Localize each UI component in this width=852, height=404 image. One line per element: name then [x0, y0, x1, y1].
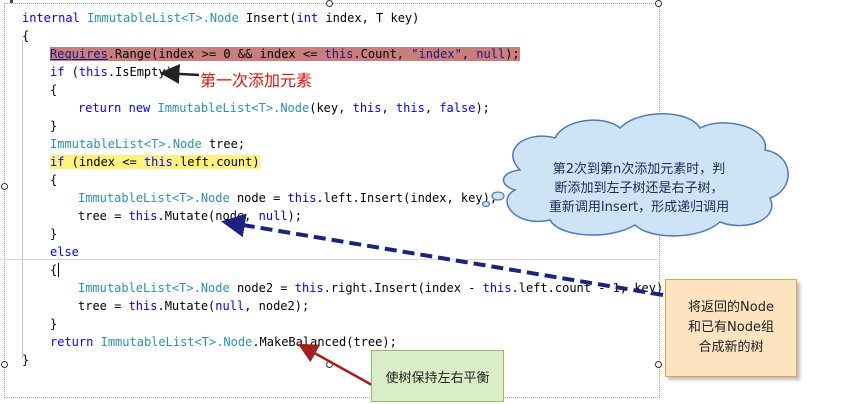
merge-callout-line: 合成新的树 [698, 340, 764, 355]
cloud-line: 第2次到第n次添加元素时，判 [552, 162, 726, 177]
merge-callout-line: 和已有Node组 [688, 320, 774, 335]
merge-callout: 将返回的Node 和已有Node组 合成新的树 [665, 279, 797, 377]
first-add-label: 第一次添加元素 [200, 71, 313, 90]
cloud-line: 断添加到左子树还是右子树， [554, 181, 724, 196]
balance-arrow [297, 343, 373, 387]
first-add-arrow [159, 63, 200, 84]
balance-callout-label: 使树保持左右平衡 [385, 370, 490, 386]
cloud-line: 重新调用Insert，形成递归调用 [548, 200, 730, 215]
merge-callout-line: 将返回的Node [688, 300, 774, 315]
cloud-text: 第2次到第n次添加元素时，判 断添加到左子树还是右子树， 重新调用Insert，… [528, 160, 750, 217]
balance-callout: 使树保持左右平衡 [371, 350, 504, 402]
screenshot-canvas: internal ImmutableList<T>.Node Insert(in… [0, 0, 852, 404]
